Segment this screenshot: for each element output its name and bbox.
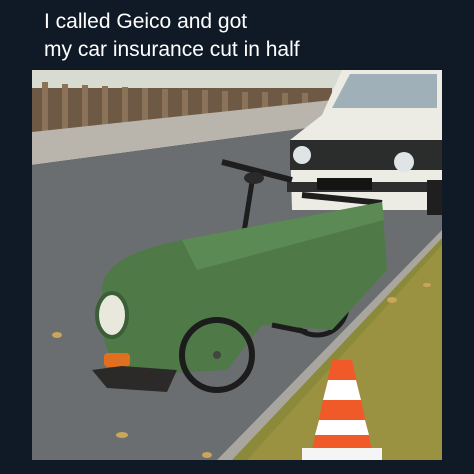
caption-line-1: I called Geico and got [44,10,248,33]
meme-photo [32,70,442,460]
meme-post: I called Geico and got my car insurance … [0,0,474,474]
photo-illustration [32,70,442,460]
caption-line-2: my car insurance cut in half [44,38,300,61]
meme-caption: I called Geico and got my car insurance … [44,8,464,64]
